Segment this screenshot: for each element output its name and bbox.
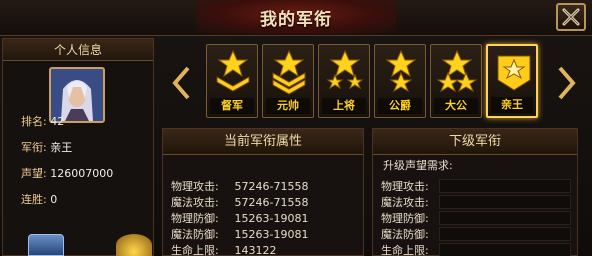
attr-label: 物理防御: bbox=[171, 212, 219, 225]
attr-label: 生命上限: bbox=[171, 244, 219, 256]
stat-prestige: 声望: 126007000 bbox=[21, 165, 113, 181]
close-icon bbox=[562, 8, 580, 26]
chevron-right-icon bbox=[558, 66, 576, 100]
current-attributes-header: 当前军衔属性 bbox=[163, 129, 363, 155]
rank-item-dagong[interactable]: 大公 bbox=[430, 44, 482, 118]
attr-label: 魔法攻击: bbox=[381, 196, 429, 209]
rank-label: 亲王 bbox=[501, 98, 523, 111]
attr-value: 57246-71558 bbox=[234, 196, 309, 209]
stat-label: 军衔: bbox=[21, 141, 47, 154]
chevron-left-icon bbox=[172, 66, 190, 100]
close-button[interactable] bbox=[556, 3, 586, 31]
profile-panel: 个人信息 排名: 42 军衔: 亲王 声望: 126007000 连胜: 0 bbox=[2, 38, 154, 256]
next-attr-row: 魔法防御: bbox=[381, 227, 445, 242]
stat-value: 42 bbox=[50, 115, 65, 128]
attr-value: 15263-19081 bbox=[234, 228, 309, 241]
stat-streak: 连胜: 0 bbox=[21, 191, 57, 207]
attr-label: 魔法防御: bbox=[171, 228, 219, 241]
title-bar: 我的军衔 bbox=[0, 0, 592, 36]
stat-label: 连胜: bbox=[21, 193, 47, 206]
rank-item-qinwang[interactable]: 亲王 bbox=[486, 44, 538, 118]
next-attr-row: 生命上限: bbox=[381, 243, 445, 256]
stat-title: 军衔: 亲王 bbox=[21, 139, 72, 155]
stat-rank: 排名: 42 bbox=[21, 113, 64, 129]
rank-insignia-icon bbox=[497, 55, 531, 91]
next-rank-panel: 下级军衔 升级声望需求: 物理攻击: 魔法攻击: 物理防御: 魔法防御: 生命上… bbox=[372, 128, 578, 256]
stat-value: 0 bbox=[50, 193, 58, 206]
stat-value: 126007000 bbox=[50, 167, 114, 180]
rank-window: 我的军衔 个人信息 排名: 42 军衔: 亲王 声望: 126007000 连胜… bbox=[0, 0, 592, 256]
attr-label: 生命上限: bbox=[381, 244, 429, 256]
value-slot bbox=[439, 179, 571, 193]
rank-item-yuanshuai[interactable]: 元帅 bbox=[262, 44, 314, 118]
attr-label: 物理防御: bbox=[381, 212, 429, 225]
profile-header: 个人信息 bbox=[3, 39, 153, 61]
rank-label: 公爵 bbox=[389, 99, 411, 112]
next-attr-row: 物理防御: bbox=[381, 211, 445, 226]
attr-label: 物理攻击: bbox=[171, 180, 219, 193]
attr-label: 物理攻击: bbox=[381, 180, 429, 193]
stat-label: 排名: bbox=[21, 115, 47, 128]
rank-label: 上将 bbox=[333, 99, 355, 112]
rank-item-dujun[interactable]: 督军 bbox=[206, 44, 258, 118]
attr-row: 生命上限: 143122 bbox=[171, 243, 277, 256]
attr-row: 魔法防御: 15263-19081 bbox=[171, 227, 308, 242]
window-title: 我的军衔 bbox=[260, 10, 332, 30]
shield-badge-icon[interactable] bbox=[28, 234, 64, 256]
attr-value: 57246-71558 bbox=[234, 180, 309, 193]
prev-arrow-button[interactable] bbox=[172, 66, 192, 100]
rank-insignia-icon bbox=[272, 49, 306, 95]
next-rank-header: 下级军衔 bbox=[373, 129, 577, 155]
prestige-requirement-label: 升级声望需求: bbox=[383, 159, 453, 172]
stat-value: 亲王 bbox=[50, 141, 73, 154]
attr-value: 143122 bbox=[234, 244, 277, 256]
attr-row: 魔法攻击: 57246-71558 bbox=[171, 195, 308, 210]
next-arrow-button[interactable] bbox=[556, 66, 576, 100]
rank-insignia-icon bbox=[216, 49, 250, 92]
current-attributes-panel: 当前军衔属性 物理攻击: 57246-71558 魔法攻击: 57246-715… bbox=[162, 128, 364, 256]
rank-item-shangjiang[interactable]: 上将 bbox=[318, 44, 370, 118]
rank-item-gongjue[interactable]: 公爵 bbox=[374, 44, 426, 118]
stat-label: 声望: bbox=[21, 167, 47, 180]
attr-label: 魔法防御: bbox=[381, 228, 429, 241]
attr-row: 物理防御: 15263-19081 bbox=[171, 211, 308, 226]
next-attr-row: 魔法攻击: bbox=[381, 195, 445, 210]
value-slot bbox=[439, 243, 571, 256]
value-slot bbox=[439, 195, 571, 209]
value-slot bbox=[439, 211, 571, 225]
rank-insignia-icon bbox=[437, 49, 477, 93]
next-attr-row: 物理攻击: bbox=[381, 179, 445, 194]
dragon-badge-icon[interactable] bbox=[116, 234, 152, 256]
attr-row: 物理攻击: 57246-71558 bbox=[171, 179, 308, 194]
rank-label: 督军 bbox=[221, 99, 243, 112]
attr-value: 15263-19081 bbox=[234, 212, 309, 225]
value-slot bbox=[439, 227, 571, 241]
attr-label: 魔法攻击: bbox=[171, 196, 219, 209]
rank-insignia-icon bbox=[326, 49, 364, 90]
rank-insignia-icon bbox=[385, 49, 417, 93]
rank-label: 元帅 bbox=[277, 99, 299, 112]
rank-label: 大公 bbox=[445, 99, 467, 112]
